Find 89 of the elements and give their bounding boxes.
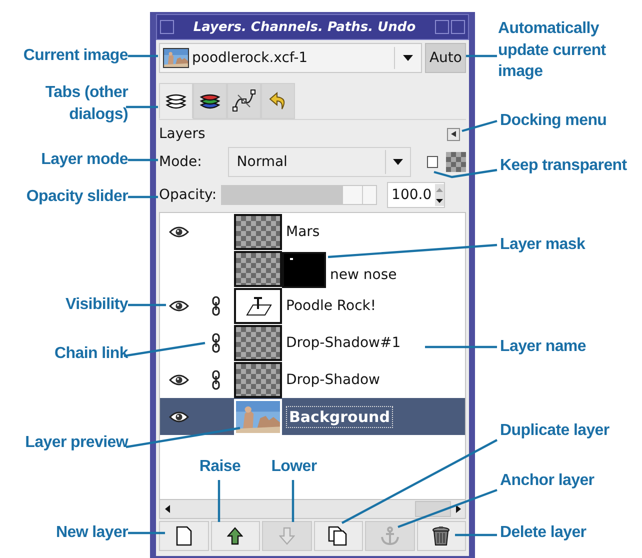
callout-label: Delete layer xyxy=(500,523,588,543)
callout-label: Chain link xyxy=(54,344,128,364)
callout-label: Current image xyxy=(22,46,128,66)
auto-button[interactable]: Auto xyxy=(425,43,466,73)
new-layer-button[interactable] xyxy=(159,521,208,551)
callout-label: Layer mask xyxy=(500,235,586,255)
window-title: Layers. Channels. Paths. Undo xyxy=(193,20,416,34)
leader-line xyxy=(128,532,165,534)
keep-transparent-checkbox[interactable] xyxy=(426,156,438,168)
layer-preview xyxy=(234,362,282,398)
chain-icon[interactable] xyxy=(212,296,220,316)
leader-line xyxy=(128,158,158,162)
document-icon xyxy=(176,526,192,546)
leader-line xyxy=(466,54,497,58)
image-selector[interactable]: poodlerock.xcf-1 xyxy=(159,43,422,73)
opacity-label: Opacity: xyxy=(159,187,217,203)
layer-row[interactable]: Drop-Shadow#1 xyxy=(160,324,465,361)
leader-line xyxy=(462,120,498,132)
opacity-slider[interactable] xyxy=(222,186,344,204)
layer-name: Background xyxy=(286,406,393,428)
callout-label: Anchor layer xyxy=(500,471,596,491)
opacity-spinbox[interactable]: 100.0 xyxy=(386,182,445,208)
down-arrow-icon xyxy=(278,527,295,545)
callout-label: Visibility xyxy=(64,295,128,315)
leader-line xyxy=(425,346,497,348)
callout-label: Raise xyxy=(198,457,242,477)
mode-label: Mode: xyxy=(159,154,203,170)
leader-line xyxy=(128,196,158,198)
callout-label: Layer preview xyxy=(24,433,128,453)
layer-row[interactable]: Drop-Shadow xyxy=(160,361,465,398)
tab[interactable] xyxy=(193,83,227,119)
paths-icon xyxy=(232,89,256,113)
layer-row[interactable]: Background xyxy=(160,398,465,435)
chain-icon[interactable] xyxy=(212,332,220,352)
layer-preview xyxy=(234,250,282,286)
trash-icon xyxy=(432,526,450,546)
callout-label: Opacity slider xyxy=(25,187,128,207)
eye-icon[interactable] xyxy=(169,374,189,386)
callout-label: Duplicate layer xyxy=(500,421,610,441)
duplicate-icon xyxy=(328,526,348,546)
callout-label: Docking menu xyxy=(500,111,608,131)
callout-label: Layer name xyxy=(500,337,587,357)
up-arrow-icon xyxy=(227,527,244,545)
docking-menu-icon[interactable] xyxy=(447,128,460,140)
horizontal-scrollbar[interactable] xyxy=(159,500,466,519)
layer-name: Poodle Rock! xyxy=(286,298,376,314)
leader-line xyxy=(292,480,294,522)
close-icon[interactable] xyxy=(451,20,465,34)
caret-icon xyxy=(392,159,403,165)
eye-icon[interactable] xyxy=(169,300,189,312)
layer-name: Drop-Shadow xyxy=(286,372,380,388)
callout-label: Keep transparent xyxy=(500,156,628,176)
chain-icon[interactable] xyxy=(212,370,220,390)
layer-preview xyxy=(234,214,282,250)
leader-line xyxy=(126,106,158,108)
callout-label: Lower xyxy=(270,457,318,477)
layer-name: Mars xyxy=(286,224,320,240)
tab[interactable] xyxy=(159,83,193,119)
leader-line xyxy=(455,534,497,536)
delete-layer-button[interactable] xyxy=(416,521,466,551)
spin-down-icon[interactable] xyxy=(436,198,443,202)
callout-label: Automatically update current image xyxy=(498,19,607,82)
layer-row[interactable]: Poodle Rock! xyxy=(160,287,465,324)
layer-preview xyxy=(234,324,282,360)
anchor-icon xyxy=(380,526,400,546)
scroll-right-icon[interactable] xyxy=(456,505,460,513)
layer-row[interactable]: Mars xyxy=(160,213,465,250)
layer-name: new nose xyxy=(330,267,397,283)
leader-line xyxy=(218,480,220,522)
leader-line xyxy=(128,54,158,58)
layer-row[interactable]: new nose xyxy=(160,250,465,287)
caret-icon xyxy=(403,55,414,61)
tab[interactable] xyxy=(227,83,261,119)
scroll-left-icon[interactable] xyxy=(164,505,170,513)
eye-icon[interactable] xyxy=(169,226,189,238)
mode-dropdown[interactable]: Normal xyxy=(228,147,411,177)
callout-label: New layer xyxy=(54,523,128,543)
leader-line xyxy=(128,304,166,306)
panel-title: Layers xyxy=(159,126,206,142)
layer-name: Drop-Shadow#1 xyxy=(286,334,401,350)
maximize-icon[interactable] xyxy=(435,20,449,34)
transparency-icon xyxy=(446,152,466,172)
callout-label: Tabs (other dialogs) xyxy=(44,83,128,125)
leader-line xyxy=(434,168,498,178)
callout-label: Layer mode xyxy=(40,150,128,170)
raise-layer-button[interactable] xyxy=(210,521,260,551)
duplicate-layer-button[interactable] xyxy=(314,521,363,551)
eye-icon[interactable] xyxy=(169,410,189,422)
minimize-icon[interactable] xyxy=(160,20,174,34)
